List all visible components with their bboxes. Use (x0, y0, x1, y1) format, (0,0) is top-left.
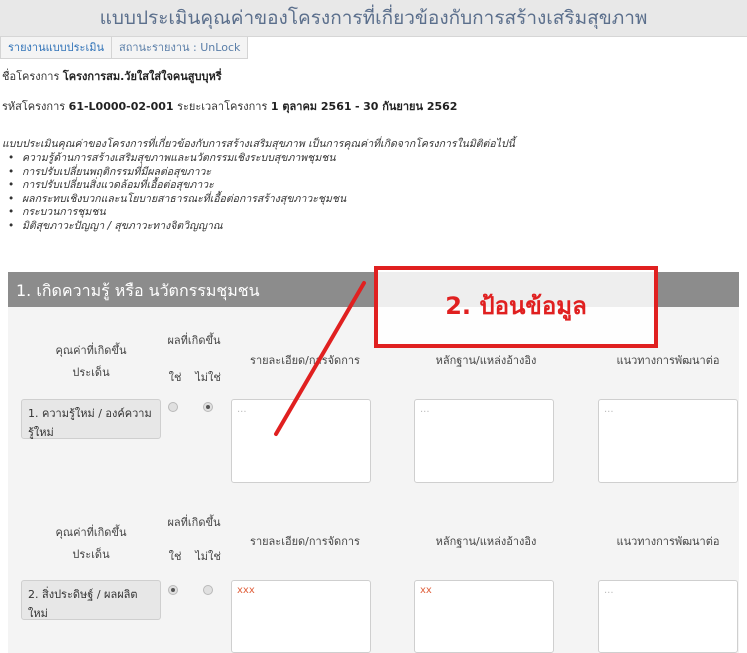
col-next-header: แนวทางการพัฒนาต่อ (616, 535, 720, 548)
project-code-label: รหัสโครงการ (2, 100, 66, 113)
radio-no[interactable] (203, 402, 213, 412)
col-no-header: ไม่ใช่ (195, 550, 221, 563)
col-result-header: ผลที่เกิดขึ้น (167, 516, 221, 529)
project-name-label: ชื่อโครงการ (2, 70, 60, 83)
col-evidence-header: หลักฐาน/แหล่งอ้างอิง (435, 535, 537, 548)
evidence-textarea[interactable]: xx (414, 580, 554, 653)
page-title: แบบประเมินคุณค่าของโครงการที่เกี่ยวข้องก… (99, 7, 648, 29)
tab-status[interactable]: สถานะรายงาน : UnLock (111, 37, 249, 59)
project-start: 1 ตุลาคม 2561 (270, 100, 352, 113)
tab-bar: รายงานแบบประเมิน สถานะรายงาน : UnLock (0, 37, 249, 59)
project-dash: - (355, 100, 360, 113)
col-evidence-header: หลักฐาน/แหล่งอ้างอิง (435, 354, 537, 367)
next-step-textarea[interactable]: ... (598, 399, 738, 483)
list-item: ความรู้ด้านการสร้างเสริมสุขภาพและนวัตกรร… (8, 152, 346, 166)
col-detail-header: รายละเอียด/การจัดการ (250, 535, 360, 548)
radio-yes[interactable] (168, 402, 178, 412)
list-item: การปรับเปลี่ยนพฤติกรรมที่มีผลต่อสุขภาวะ (8, 166, 346, 180)
project-code: 61-L0000-02-001 (68, 100, 174, 113)
col-yes-header: ใช่ (168, 371, 182, 384)
radio-no[interactable] (203, 585, 213, 595)
dimension-list: ความรู้ด้านการสร้างเสริมสุขภาพและนวัตกรร… (8, 152, 346, 234)
description: แบบประเมินคุณค่าของโครงการที่เกี่ยวข้องก… (2, 138, 515, 150)
row-label: 2. สิ่งประดิษฐ์ / ผลผลิตใหม่ (21, 580, 161, 620)
col-detail-header: รายละเอียด/การจัดการ (250, 354, 360, 367)
detail-textarea[interactable]: xxx (231, 580, 371, 653)
project-code-line: รหัสโครงการ 61-L0000-02-001 ระยะเวลาโครง… (2, 97, 457, 115)
tab-report[interactable]: รายงานแบบประเมิน (0, 37, 112, 59)
project-name-line: ชื่อโครงการ โครงการสม.วัยใสใส่ใจคนสูบบุห… (2, 67, 222, 85)
col-result-header: ผลที่เกิดขึ้น (167, 334, 221, 347)
col-next-header: แนวทางการพัฒนาต่อ (616, 354, 720, 367)
col-value-header: คุณค่าที่เกิดขึ้น ประเด็น (55, 344, 127, 379)
detail-textarea[interactable]: ... (231, 399, 371, 483)
page-header: แบบประเมินคุณค่าของโครงการที่เกี่ยวข้องก… (0, 0, 747, 37)
list-item: กระบวนการชุมชน (8, 206, 346, 220)
project-name: โครงการสม.วัยใสใส่ใจคนสูบบุหรี่ (62, 70, 222, 83)
radio-yes[interactable] (168, 585, 178, 595)
project-end: 30 กันยายน 2562 (363, 100, 458, 113)
list-item: มิติสุขภาวะปัญญา / สุขภาวะทางจิตวิญญาณ (8, 220, 346, 234)
col-value-header: คุณค่าที่เกิดขึ้น ประเด็น (55, 526, 127, 561)
col-no-header: ไม่ใช่ (195, 371, 221, 384)
col-yes-header: ใช่ (168, 550, 182, 563)
list-item: ผลกระทบเชิงบวกและนโยบายสาธารณะที่เอื้อต่… (8, 193, 346, 207)
project-period-label: ระยะเวลาโครงการ (177, 100, 268, 113)
evidence-textarea[interactable]: ... (414, 399, 554, 483)
annotation-callout: 2. ป้อนข้อมูล (374, 266, 658, 348)
list-item: การปรับเปลี่ยนสิ่งแวดล้อมที่เอื้อต่อสุขภ… (8, 179, 346, 193)
row-label: 1. ความรู้ใหม่ / องค์ความรู้ใหม่ (21, 399, 161, 439)
next-step-textarea[interactable]: ... (598, 580, 738, 653)
